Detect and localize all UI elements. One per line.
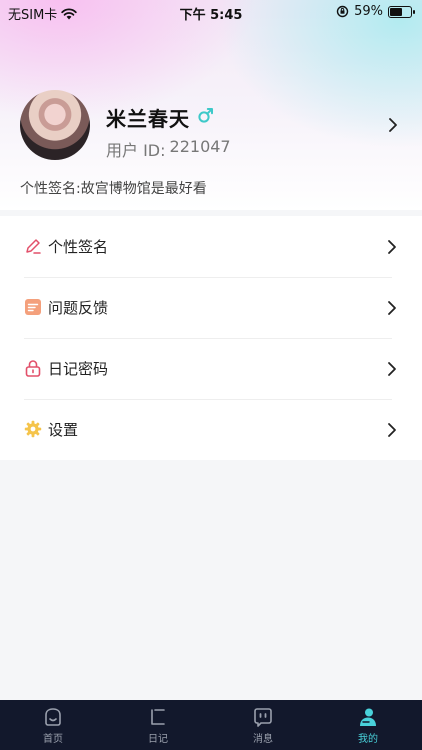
user-id-label: 用户 ID:	[106, 141, 166, 160]
chevron-right-icon[interactable]	[386, 116, 400, 134]
user-icon	[360, 708, 376, 726]
tab-diary[interactable]: 日记	[128, 706, 188, 745]
chevron-right-icon	[388, 423, 396, 437]
chevron-right-icon	[388, 301, 396, 315]
battery-percent: 59%	[354, 4, 383, 19]
battery-icon	[388, 5, 415, 18]
signature-line: 个性签名: 故宫博物馆是最好看	[20, 178, 207, 198]
battery-level	[390, 7, 402, 16]
user-id-row: 用户 ID: 221047	[106, 137, 231, 161]
message-icon	[254, 708, 272, 727]
menu-item-label: 日记密码	[48, 360, 109, 378]
menu-item-label: 问题反馈	[48, 299, 109, 317]
menu-item-feedback[interactable]: 问题反馈	[0, 277, 422, 338]
status-bar: 无SIM卡 下午 5:45 59%	[0, 0, 422, 24]
tab-label: 首页	[43, 734, 63, 745]
diary-icon	[151, 709, 165, 725]
menu-item-signature[interactable]: 个性签名	[0, 216, 422, 277]
menu-item-label: 个性签名	[48, 238, 109, 256]
home-icon	[45, 708, 61, 726]
chevron-right-icon	[388, 362, 396, 376]
orientation-lock-icon	[336, 5, 349, 18]
profile-name: 米兰春天	[106, 107, 190, 131]
menu-item-diary-password[interactable]: 日记密码	[0, 338, 422, 399]
status-right-group: 59%	[336, 4, 415, 19]
avatar[interactable]	[20, 90, 90, 160]
chevron-right-icon	[388, 240, 396, 254]
feedback-icon	[25, 299, 41, 315]
profile-card[interactable]: 米兰春天 用户 ID: 221047	[0, 90, 422, 162]
gear-icon	[24, 420, 42, 438]
user-id-value: 221047	[169, 137, 231, 156]
bottom-tab-bar: 首页 日记 消息 我的	[0, 700, 422, 750]
tab-label: 日记	[148, 734, 168, 745]
tab-messages[interactable]: 消息	[233, 706, 293, 745]
tab-label: 消息	[253, 734, 273, 745]
tab-mine[interactable]: 我的	[338, 706, 398, 745]
menu-item-settings[interactable]: 设置	[0, 399, 422, 460]
signature-label: 个性签名:	[20, 181, 81, 197]
tab-label: 我的	[358, 734, 378, 745]
signature-text: 故宫博物馆是最好看	[80, 181, 207, 197]
male-gender-icon	[198, 108, 213, 123]
settings-menu: 个性签名 问题反馈 日记密码 设置	[0, 216, 422, 460]
menu-item-label: 设置	[48, 421, 79, 439]
pen-icon	[26, 239, 41, 254]
tab-home[interactable]: 首页	[23, 706, 83, 745]
lock-icon	[25, 360, 41, 377]
